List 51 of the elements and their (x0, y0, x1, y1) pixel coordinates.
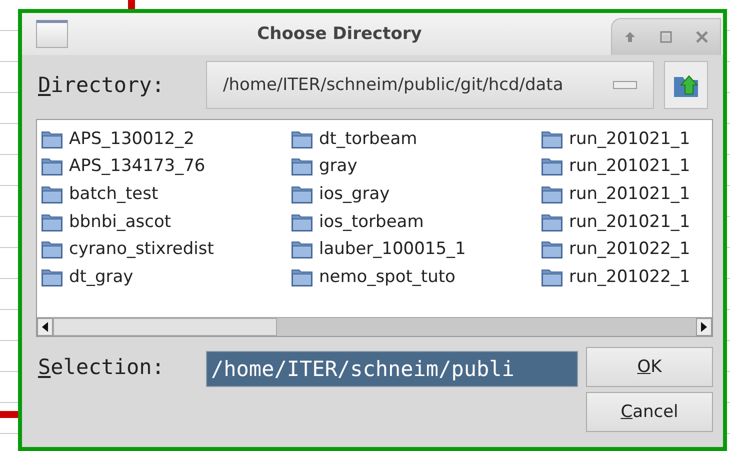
folder-icon (541, 184, 563, 204)
folder-item[interactable]: dt_torbeam (291, 125, 541, 153)
folder-icon (541, 156, 563, 176)
parent-folder-button[interactable] (664, 61, 708, 109)
directory-dropdown[interactable]: /home/ITER/schneim/public/git/hcd/data (206, 61, 654, 109)
folder-icon (291, 239, 313, 260)
scroll-right-icon[interactable] (696, 318, 712, 336)
folder-icon (41, 184, 63, 204)
folder-item[interactable]: batch_test (41, 180, 291, 208)
folder-item[interactable]: run_201021_1 (541, 125, 712, 153)
selection-field[interactable]: /home/ITER/schneim/publi (206, 351, 578, 387)
folder-item[interactable]: ios_gray (291, 180, 541, 208)
folder-icon (291, 184, 313, 204)
window-icon (36, 20, 68, 48)
folder-item[interactable]: APS_130012_2 (41, 125, 291, 153)
folder-item[interactable]: run_201022_1 (541, 235, 712, 263)
folder-icon (291, 128, 313, 149)
folder-icon (541, 266, 563, 287)
cancel-button[interactable]: Cancel (586, 392, 713, 432)
folder-icon (41, 156, 63, 176)
maximize-icon[interactable] (658, 29, 674, 45)
folder-icon (291, 156, 313, 176)
selection-label: Selection: (38, 355, 166, 381)
folder-item[interactable]: run_201022_1 (541, 262, 712, 291)
folder-icon (291, 266, 313, 287)
folder-icon (41, 239, 63, 260)
directory-label: Directory: (38, 73, 166, 97)
folder-item[interactable]: gray (291, 152, 541, 180)
scrollbar-thumb[interactable] (53, 318, 277, 336)
folder-item[interactable]: run_201021_1 (541, 152, 712, 180)
folder-item[interactable]: run_201021_1 (541, 208, 712, 236)
scroll-left-icon[interactable] (37, 318, 53, 336)
folder-item[interactable]: APS_134173_76 (41, 152, 291, 180)
folder-icon (541, 128, 563, 149)
horizontal-scrollbar[interactable] (37, 317, 712, 336)
folder-item[interactable]: cyrano_stixredist (41, 235, 291, 263)
folder-item[interactable]: bbnbi_ascot (41, 208, 291, 236)
folder-icon (41, 212, 63, 232)
close-icon[interactable] (694, 29, 710, 45)
folder-item[interactable]: nemo_spot_tuto (291, 262, 541, 291)
ok-button[interactable]: OK (586, 347, 713, 387)
folder-icon (41, 128, 63, 149)
window-title: Choose Directory (256, 24, 423, 44)
folder-item[interactable]: ios_torbeam (291, 208, 541, 236)
folder-icon (541, 239, 563, 260)
folder-item[interactable]: lauber_100015_1 (291, 235, 541, 263)
folder-icon (41, 266, 63, 287)
folder-item[interactable]: dt_gray (41, 262, 291, 291)
folder-item[interactable]: run_201021_1 (541, 180, 712, 208)
folder-icon (541, 212, 563, 232)
folder-icon (291, 212, 313, 232)
